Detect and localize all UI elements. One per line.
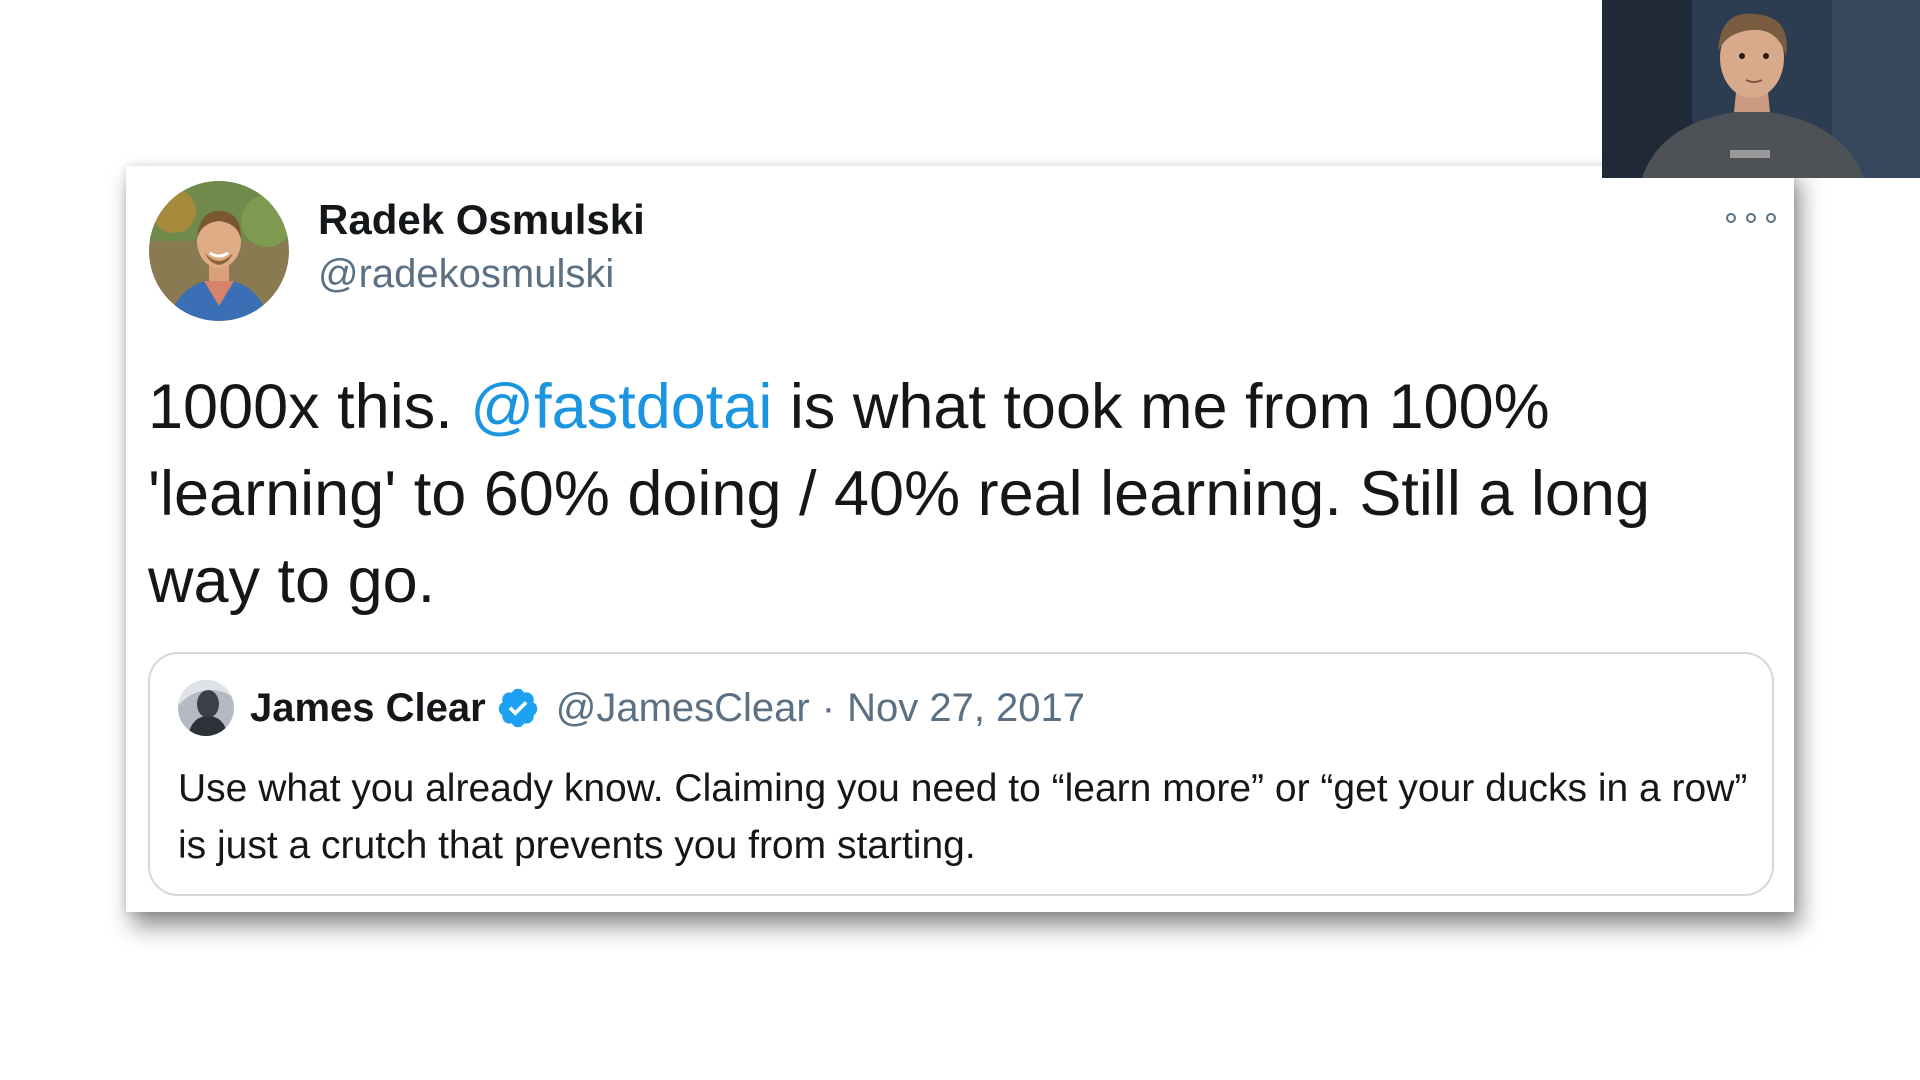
author-avatar[interactable] xyxy=(149,181,289,321)
quoted-tweet-card[interactable]: James Clear @JamesClear · Nov 27, 2017 U… xyxy=(148,652,1774,896)
slide-stage: Radek Osmulski @radekosmulski 1000x this… xyxy=(0,0,1920,1080)
quoted-author-avatar[interactable] xyxy=(178,680,234,736)
quoted-tweet-date[interactable]: Nov 27, 2017 xyxy=(847,686,1085,731)
quoted-profile-photo-icon xyxy=(178,680,234,736)
profile-photo-icon xyxy=(149,181,289,321)
header-separator: · xyxy=(821,685,836,730)
author-handle[interactable]: @radekosmulski xyxy=(318,252,614,297)
tweet-card: Radek Osmulski @radekosmulski 1000x this… xyxy=(126,166,1794,912)
presenter-webcam xyxy=(1602,0,1920,178)
tweet-text-before: 1000x this. xyxy=(148,372,471,442)
quoted-tweet-header: James Clear @JamesClear · Nov 27, 2017 xyxy=(178,680,1085,736)
verified-badge-icon xyxy=(498,688,537,728)
quoted-author-handle[interactable]: @JamesClear xyxy=(556,686,810,731)
mention-link[interactable]: @fastdotai xyxy=(470,372,772,442)
quoted-author-name[interactable]: James Clear xyxy=(250,686,486,731)
quoted-tweet-text: Use what you already know. Claiming you … xyxy=(178,767,1748,867)
more-options-icon[interactable] xyxy=(1726,208,1776,228)
webcam-feed-icon xyxy=(1602,0,1920,178)
author-name[interactable]: Radek Osmulski xyxy=(318,196,645,244)
tweet-text: 1000x this. @fastdotai is what took me f… xyxy=(148,364,1768,625)
